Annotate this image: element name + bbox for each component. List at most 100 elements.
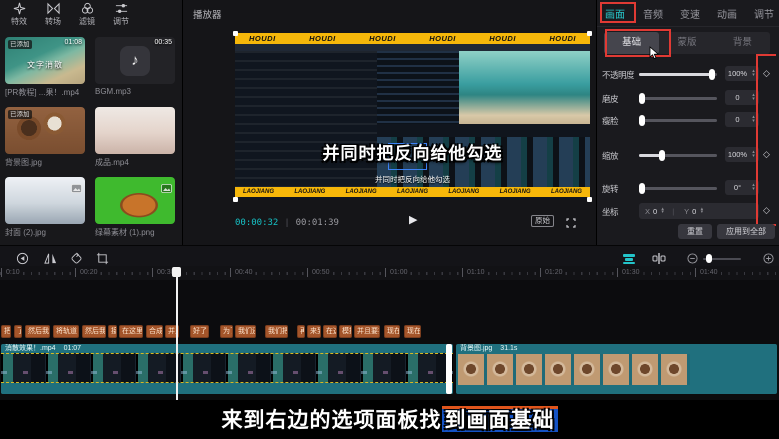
play-button[interactable]: ▶ [409, 213, 417, 226]
stepper-icon[interactable]: ▴▾ [698, 208, 705, 215]
property-slider[interactable] [639, 112, 717, 128]
inspector-tab[interactable]: 画面 [605, 6, 625, 21]
media-item[interactable]: 成品.mp4 [95, 107, 175, 168]
text-clip[interactable]: 我们还 [235, 325, 256, 338]
inspector-tab[interactable]: 动画 [717, 6, 737, 21]
property-slider[interactable] [639, 66, 717, 82]
stepper-down-icon[interactable]: ▾ [752, 188, 755, 192]
text-clip[interactable]: 在这 [323, 325, 337, 338]
text-clip[interactable]: 然后我 [82, 325, 106, 338]
stepper-icon[interactable]: ▴▾ [750, 184, 757, 191]
property-slider[interactable] [639, 180, 717, 196]
property-value-box[interactable]: 100% ▴▾ [725, 147, 759, 162]
reset-button[interactable]: 重置 [678, 224, 712, 239]
text-clip[interactable]: 好了 [190, 325, 209, 338]
stepper-down-icon[interactable]: ▾ [752, 155, 755, 159]
inspector-tab[interactable]: 音频 [643, 6, 663, 21]
coordinate-box[interactable]: X 0 ▴▾ | Y 0 ▴▾ [639, 203, 759, 219]
stepper-icon[interactable]: ▴▾ [750, 94, 757, 101]
stepper-icon[interactable]: ▴▾ [750, 70, 757, 77]
subtab-background[interactable]: 背景 [715, 32, 770, 54]
watermark-text: HOUDI [309, 33, 336, 44]
stepper-icon[interactable]: ▴▾ [659, 208, 666, 215]
selection-handle[interactable] [587, 197, 592, 202]
media-item[interactable]: 00:35 ♪ BGM.mp3 [95, 37, 175, 96]
playhead-line[interactable] [176, 277, 178, 400]
stepper-icon[interactable]: ▴▾ [750, 116, 757, 123]
stepper-down-icon[interactable]: ▾ [661, 211, 664, 215]
property-value-box[interactable]: 100% ▴▾ [725, 66, 759, 81]
inspector-tabs: 画面 音频 变速 动画 调节 [597, 0, 779, 27]
watermark-text: HOUDI [549, 33, 576, 44]
text-clip[interactable]: 现在 [384, 325, 400, 338]
text-clip[interactable]: 然后我 [25, 325, 50, 338]
property-value-box[interactable]: 0 ▴▾ [725, 112, 759, 127]
nav-filters[interactable]: 滤镜 [70, 2, 104, 27]
media-item[interactable]: 已添加 01:08 文字消散 [PR教程] ...果！.mp4 [5, 37, 85, 98]
text-clip[interactable]: 在这里 [119, 325, 143, 338]
media-filename: 绿幕素材 (1).png [95, 227, 175, 238]
timeline-ruler[interactable]: 0:1000:2000:3000:4000:5001:0001:1001:200… [0, 266, 779, 280]
video-clip-background[interactable]: 背景图.jpg 31.1s [456, 344, 777, 394]
text-clip[interactable]: 接 [108, 325, 117, 338]
video-preview[interactable]: HOUDIHOUDIHOUDIHOUDIHOUDIHOUDI LAOJIANGL… [235, 33, 590, 200]
stepper-icon[interactable]: ▴▾ [750, 151, 757, 158]
text-clip[interactable]: 并且要把 [354, 325, 380, 338]
text-clip[interactable]: 把 [1, 325, 11, 338]
text-clip[interactable]: 为了 [220, 325, 233, 338]
text-clip[interactable]: 将轨道 [53, 325, 79, 338]
nav-effects[interactable]: 特效 [2, 2, 36, 27]
slider-thumb[interactable] [639, 183, 645, 194]
keyframe-diamond-icon[interactable]: ◇ [763, 68, 770, 79]
slider-thumb[interactable] [639, 93, 645, 104]
nav-adjust[interactable]: 调节 [104, 2, 138, 27]
text-clip[interactable]: 来到 [307, 325, 321, 338]
media-item[interactable]: 已添加 背景图.jpg [5, 107, 85, 168]
stepper-down-icon[interactable]: ▾ [701, 211, 704, 215]
text-clip[interactable]: 现在 [404, 325, 421, 338]
selection-handle[interactable] [587, 31, 592, 36]
inspector-tab[interactable]: 调节 [754, 6, 774, 21]
text-clip[interactable]: 了 [14, 325, 22, 338]
property-slider[interactable] [639, 147, 717, 163]
text-clip[interactable]: 再 [297, 325, 305, 338]
text-clip[interactable]: 合成 [146, 325, 163, 338]
video-clip-main[interactable]: 消散效果！.mp4 01:07 [1, 344, 453, 394]
video-caption-large[interactable]: 并同时把反向给他勾选 [323, 139, 503, 164]
selection-handle[interactable] [233, 31, 238, 36]
coord-x-value[interactable]: 0 [653, 207, 657, 216]
apply-all-button[interactable]: 应用到全部 [717, 224, 775, 239]
fullscreen-icon[interactable] [566, 214, 576, 232]
property-value-box[interactable]: 0° ▴▾ [725, 180, 759, 195]
nav-transitions[interactable]: 转场 [36, 2, 70, 27]
playhead-handle[interactable] [172, 267, 181, 277]
property-value-box[interactable]: 0 ▴▾ [725, 90, 759, 105]
player-controls: 00:00:32 | 00:01:39 ▶ 原始 [235, 212, 590, 232]
keyframe-diamond-icon[interactable]: ◇ [763, 205, 770, 216]
ratio-badge[interactable]: 原始 [531, 215, 554, 227]
slider-thumb[interactable] [709, 69, 715, 80]
property-slider[interactable] [639, 90, 717, 106]
keyframe-diamond-icon[interactable]: ◇ [763, 149, 770, 160]
subtab-mask[interactable]: 蒙版 [659, 32, 714, 54]
clip-trim-handle[interactable] [446, 344, 452, 394]
inspector-tab[interactable]: 变速 [680, 6, 700, 21]
watermark-text: HOUDI [489, 33, 516, 44]
text-clip[interactable]: 我们把 [265, 325, 288, 338]
slider-thumb[interactable] [659, 150, 665, 161]
time-total: 00:01:39 [296, 218, 339, 228]
coord-y-value[interactable]: 0 [692, 207, 696, 216]
stepper-down-icon[interactable]: ▾ [752, 120, 755, 124]
property-label: 旋转 [602, 183, 618, 195]
stepper-down-icon[interactable]: ▾ [752, 74, 755, 78]
video-content-left-panel [235, 51, 377, 190]
media-duration: 00:35 [154, 39, 172, 46]
slider-thumb[interactable] [639, 115, 645, 126]
media-item[interactable]: 绿幕素材 (1).png [95, 177, 175, 238]
effects-icon [13, 2, 26, 15]
media-item[interactable]: 封面 (2).jpg [5, 177, 85, 238]
timeline-zoom-thumb[interactable] [706, 254, 712, 263]
selection-handle[interactable] [233, 197, 238, 202]
text-clip[interactable]: 模拟 [339, 325, 352, 338]
stepper-down-icon[interactable]: ▾ [752, 98, 755, 102]
